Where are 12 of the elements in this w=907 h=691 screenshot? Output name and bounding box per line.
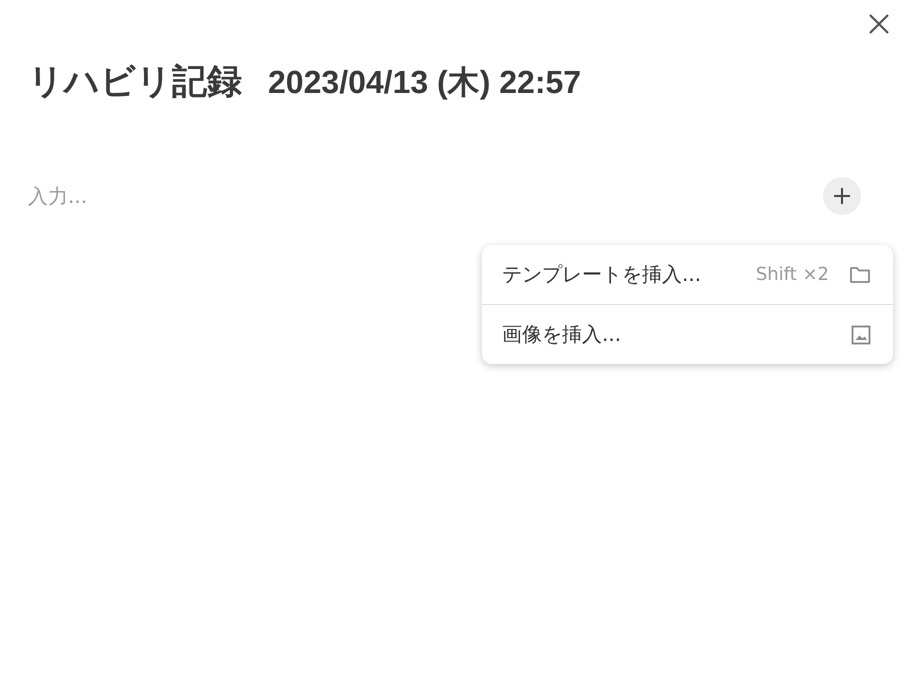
- folder-icon: [849, 266, 871, 284]
- menu-item[interactable]: テンプレートを挿入... Shift ×2: [482, 245, 893, 304]
- shortcut-hint: Shift ×2: [756, 264, 829, 285]
- close-button[interactable]: [867, 12, 891, 36]
- page-title: リハビリ記録: [28, 61, 242, 104]
- plus-icon: [833, 187, 851, 205]
- close-icon: [867, 12, 891, 36]
- menu-item[interactable]: 画像を挿入...: [482, 305, 893, 364]
- input-field[interactable]: 入力...: [28, 184, 823, 208]
- add-button[interactable]: [823, 177, 861, 215]
- date-time: 2023/04/13 (木) 22:57: [268, 63, 582, 102]
- image-icon: [851, 324, 871, 344]
